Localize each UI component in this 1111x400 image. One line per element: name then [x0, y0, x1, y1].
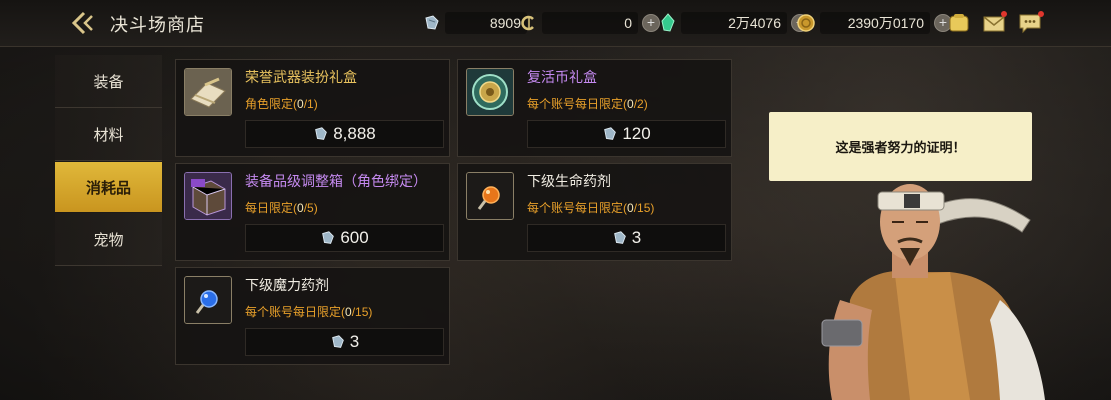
- limit-total: /15): [351, 305, 373, 319]
- crystal-ticket-icon: [331, 335, 344, 348]
- shop-item-card[interactable]: 荣誉武器装扮礼盒 角色限定(0/1) 8,888: [175, 59, 450, 157]
- currency-value: 2万4076: [728, 15, 781, 31]
- item-name: 下级魔力药剂: [245, 277, 329, 293]
- npc-speech-bubble: 这是强者努力的证明！: [769, 112, 1032, 181]
- currency-value-box: 2万4076: [681, 12, 787, 34]
- limit-used: 0: [627, 201, 634, 215]
- gold-coin-icon: [797, 14, 815, 32]
- page-title: 决斗场商店: [110, 15, 205, 35]
- add-c-coin-button[interactable]: +: [642, 14, 660, 32]
- buy-price-button[interactable]: 3: [527, 224, 726, 252]
- weapon-giftbox-icon: [184, 68, 232, 116]
- currency-value-box: 0: [542, 12, 638, 34]
- limit-used: 0: [627, 97, 634, 111]
- chat-button[interactable]: [1017, 11, 1044, 35]
- currency-gold-coin: 2390万0170 +: [796, 10, 952, 36]
- limit-label: 每日限定(: [245, 201, 297, 215]
- purchase-limit: 每个账号每日限定(0/2): [527, 95, 648, 112]
- shop-item-card[interactable]: 下级魔力药剂 每个账号每日限定(0/15) 3: [175, 267, 450, 365]
- crystal-ticket-icon: [604, 127, 617, 140]
- tab-materials[interactable]: 材料: [55, 108, 162, 161]
- notification-dot: [1038, 11, 1044, 17]
- limit-used: 0: [345, 305, 352, 319]
- price-value: 600: [340, 228, 369, 247]
- item-name: 下级生命药剂: [527, 173, 611, 189]
- purchase-limit: 每个账号每日限定(0/15): [527, 199, 654, 216]
- item-name: 荣誉武器装扮礼盒: [245, 69, 357, 85]
- limit-total: /1): [303, 97, 318, 111]
- limit-label: 每个账号每日限定(: [245, 305, 345, 319]
- currency-crystal-ticket: 8909: [423, 10, 527, 36]
- price-value: 120: [622, 124, 651, 143]
- currency-green-gem: 2万4076 +: [659, 10, 809, 36]
- hp-potion-icon: [466, 172, 514, 220]
- mail-button[interactable]: [981, 11, 1007, 35]
- purchase-limit: 每日限定(0/5): [245, 199, 318, 216]
- tab-pets[interactable]: 宠物: [55, 213, 162, 266]
- currency-value-box: 8909: [445, 12, 527, 34]
- green-gem-icon: [661, 13, 675, 32]
- buy-price-button[interactable]: 120: [527, 120, 726, 148]
- npc-character: [821, 184, 1045, 400]
- notification-dot: [1001, 11, 1007, 17]
- item-name: 复活币礼盒: [527, 69, 597, 85]
- shop-item-card[interactable]: 复活币礼盒 每个账号每日限定(0/2) 120: [457, 59, 732, 157]
- currency-value: 2390万0170: [847, 15, 924, 31]
- crystal-ticket-icon: [425, 15, 439, 30]
- crystal-ticket-icon: [315, 127, 328, 140]
- wallet-icon: [949, 14, 969, 32]
- crystal-ticket-icon: [613, 231, 626, 244]
- currency-value-box: 2390万0170: [820, 12, 930, 34]
- currency-value: 8909: [489, 15, 521, 31]
- limit-label: 每个账号每日限定(: [527, 97, 627, 111]
- limit-label: 角色限定(: [245, 97, 297, 111]
- c-coin-icon: [521, 15, 534, 31]
- limit-used: 0: [297, 201, 304, 215]
- mp-potion-icon: [184, 276, 232, 324]
- buy-price-button[interactable]: 600: [245, 224, 444, 252]
- purchase-limit: 每个账号每日限定(0/15): [245, 303, 372, 320]
- back-arrow-icon: [71, 11, 93, 35]
- limit-total: /5): [303, 201, 318, 215]
- grade-adjust-box-icon: [184, 172, 232, 220]
- top-bar: 决斗场商店 8909 0 + 2万4076 +: [0, 0, 1111, 47]
- tab-equipment[interactable]: 装备: [55, 55, 162, 108]
- back-button[interactable]: [70, 9, 100, 37]
- crystal-ticket-icon: [322, 231, 335, 244]
- purchase-limit: 角色限定(0/1): [245, 95, 318, 112]
- wallet-button[interactable]: [946, 11, 972, 35]
- buy-price-button[interactable]: 8,888: [245, 120, 444, 148]
- limit-total: /2): [633, 97, 648, 111]
- revive-coin-box-icon: [466, 68, 514, 116]
- currency-c-coin: 0 +: [520, 10, 660, 36]
- currency-value: 0: [624, 15, 632, 31]
- npc-speech-text: 这是强者努力的证明！: [835, 140, 966, 155]
- limit-total: /15): [633, 201, 655, 215]
- shop-item-card[interactable]: 装备品级调整箱（角色绑定） 每日限定(0/5) 600: [175, 163, 450, 261]
- limit-label: 每个账号每日限定(: [527, 201, 627, 215]
- category-sidebar: 装备 材料 消耗品 宠物: [55, 55, 162, 266]
- limit-used: 0: [297, 97, 304, 111]
- price-value: 3: [349, 332, 360, 351]
- price-value: 3: [631, 228, 642, 247]
- buy-price-button[interactable]: 3: [245, 328, 444, 356]
- price-value: 8,888: [333, 124, 376, 143]
- shop-item-card[interactable]: 下级生命药剂 每个账号每日限定(0/15) 3: [457, 163, 732, 261]
- item-name: 装备品级调整箱（角色绑定）: [245, 173, 427, 189]
- tab-consumables[interactable]: 消耗品: [55, 162, 162, 212]
